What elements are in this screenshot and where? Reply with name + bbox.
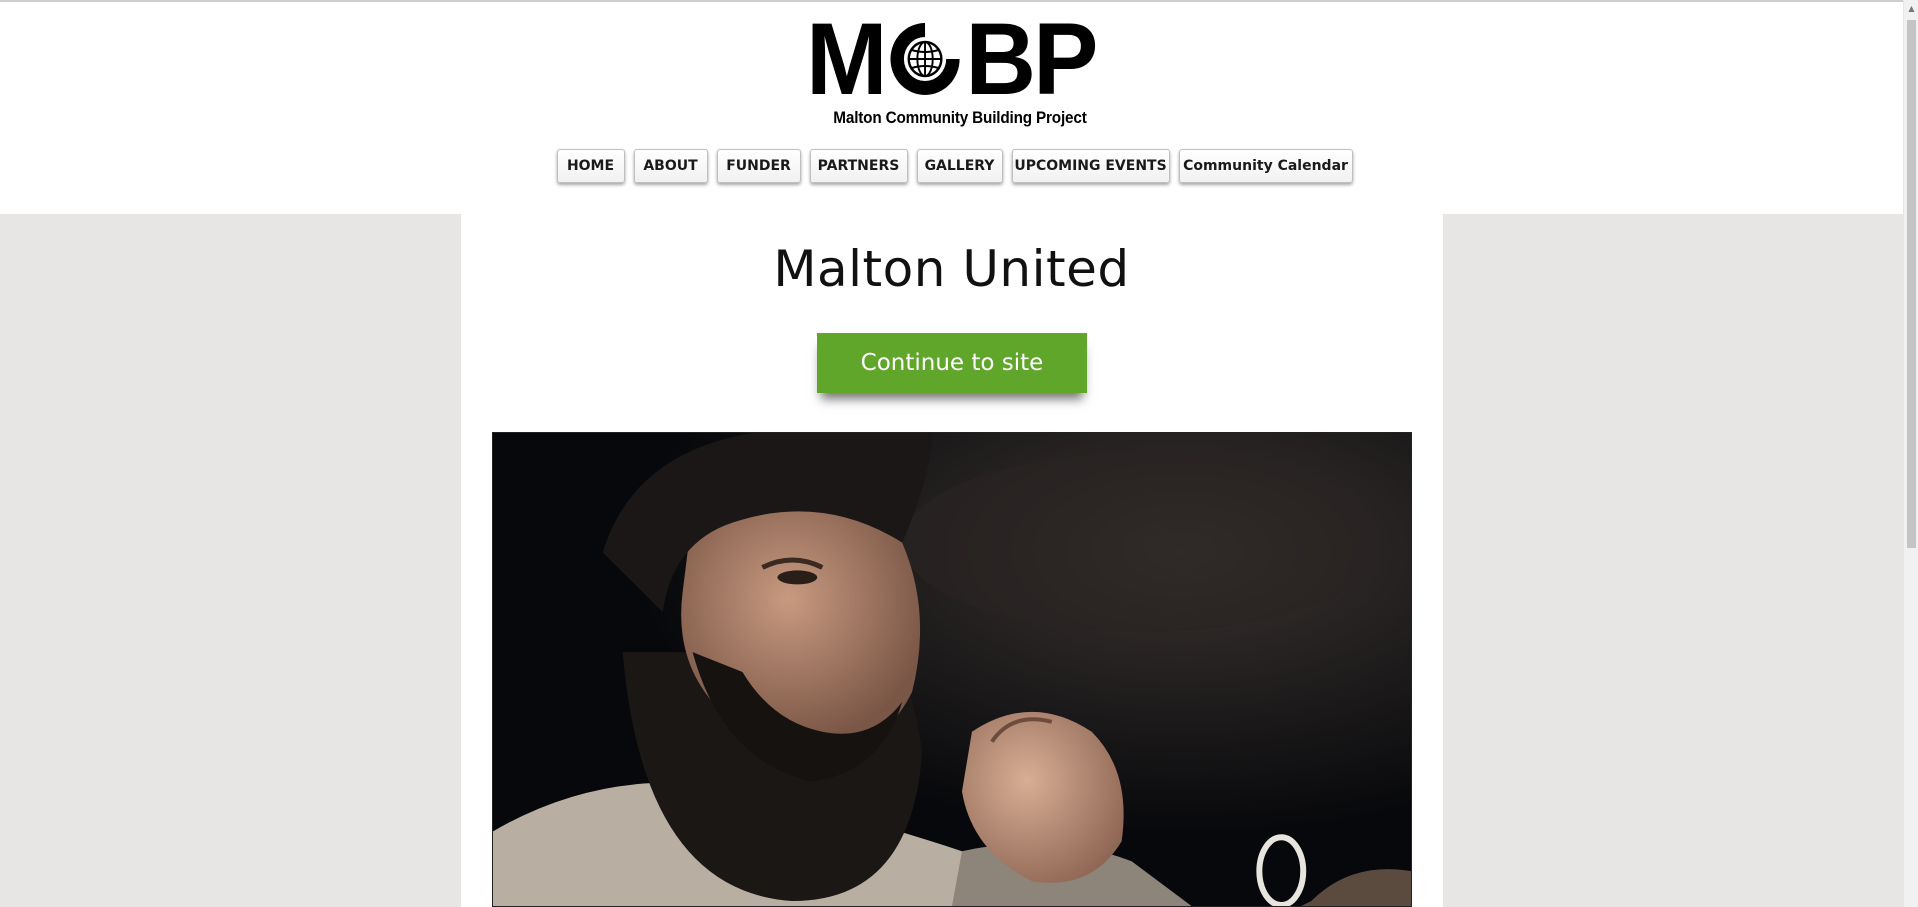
site-logo[interactable]: M BP Malton Community Building Project	[806, 2, 1102, 132]
scrollbar-thumb[interactable]	[1907, 20, 1916, 548]
nav-about[interactable]: ABOUT	[633, 149, 708, 183]
nav-gallery[interactable]: GALLERY	[916, 149, 1003, 183]
top-divider	[0, 0, 1903, 2]
nav-funder[interactable]: FUNDER	[716, 149, 801, 183]
logo-tagline: Malton Community Building Project	[833, 108, 1087, 127]
page: M BP Malton Community Building Project H…	[0, 0, 1903, 907]
nav-partners[interactable]: PARTNERS	[809, 149, 908, 183]
scroll-up-arrow-icon[interactable]: ▲	[1904, 0, 1918, 17]
main-nav: HOME ABOUT FUNDER PARTNERS GALLERY UPCOM…	[0, 149, 1903, 183]
nav-upcoming-events[interactable]: UPCOMING EVENTS	[1011, 149, 1170, 183]
logo-letters-bp: BP	[965, 2, 1098, 116]
site-header: M BP Malton Community Building Project H…	[0, 0, 1903, 214]
vertical-scrollbar[interactable]: ▲	[1903, 0, 1918, 907]
page-title: Malton United	[773, 240, 1130, 298]
hero-photo	[492, 432, 1412, 907]
logo-wordmark: M BP	[806, 2, 1102, 116]
nav-home[interactable]: HOME	[556, 149, 625, 183]
globe-icon	[887, 19, 964, 99]
nav-community-calendar[interactable]: Community Calendar	[1178, 149, 1353, 183]
continue-to-site-button[interactable]: Continue to site	[817, 333, 1087, 393]
logo-letter-m: M	[806, 2, 888, 116]
